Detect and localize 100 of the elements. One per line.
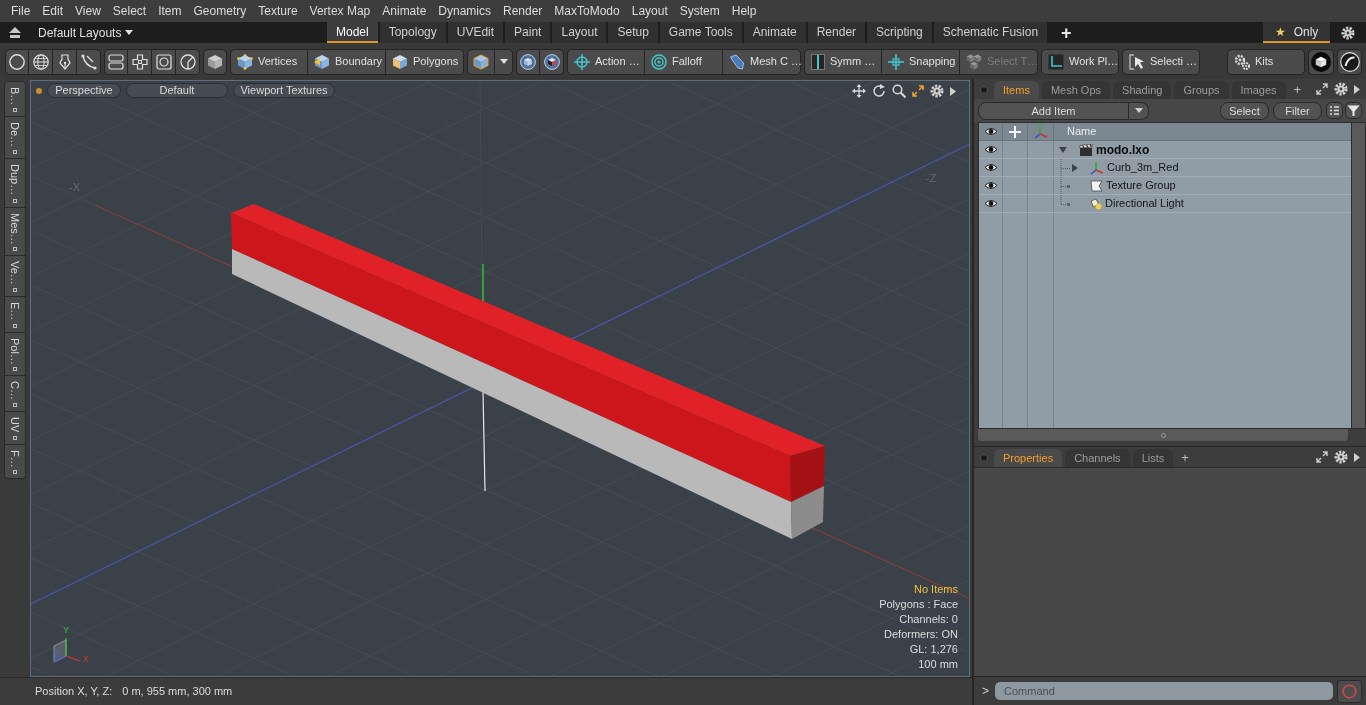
menu-item[interactable]: System (673, 2, 726, 20)
grip-icon[interactable] (1160, 432, 1166, 438)
layout-tab[interactable]: Setup (608, 22, 658, 43)
layout-tab[interactable]: UVEdit (447, 22, 504, 43)
expand-arrows-icon[interactable] (1316, 83, 1328, 95)
menu-item[interactable]: MaxToModo (548, 2, 626, 20)
up-arrow-icon[interactable] (9, 27, 21, 38)
curb-model[interactable] (231, 204, 825, 539)
menu-item[interactable]: Texture (252, 2, 304, 20)
funnel-icon[interactable] (1345, 102, 1362, 119)
menu-item[interactable]: Dynamics (432, 2, 497, 20)
eye-icon[interactable] (983, 163, 998, 172)
add-item-button[interactable]: Add Item (978, 101, 1129, 120)
tool-button[interactable]: Kits (1227, 48, 1305, 75)
tool-button[interactable] (128, 48, 152, 75)
menu-item[interactable]: Item (152, 2, 188, 20)
viewport-menu-button[interactable]: Viewport Textures (233, 83, 335, 98)
layout-tab[interactable]: Model (327, 22, 378, 43)
tool-button[interactable] (152, 48, 176, 75)
eye-icon[interactable] (983, 199, 998, 208)
panel-tab[interactable]: Properties (994, 449, 1063, 467)
triangle-down-icon[interactable] (1059, 146, 1067, 153)
tool-button[interactable]: Work Pl… (1041, 48, 1119, 75)
tool-button[interactable]: Selecti … (1122, 48, 1200, 75)
side-tab[interactable]: B… (4, 81, 26, 118)
tool-button[interactable]: Snapping (882, 48, 960, 75)
panel-tab[interactable]: Items (994, 81, 1039, 99)
scrollbar-track[interactable] (978, 429, 1348, 441)
dot-icon[interactable] (36, 87, 42, 94)
panel-tab[interactable]: Lists (1132, 449, 1174, 467)
tool-button[interactable] (77, 48, 101, 75)
side-tab[interactable]: UV (4, 412, 26, 445)
layout-tab[interactable]: Paint (505, 22, 551, 43)
dropdown-button[interactable] (1129, 101, 1149, 120)
only-filter-tab[interactable]: ★ Only (1263, 22, 1330, 43)
side-tab[interactable]: Ve… (4, 256, 26, 298)
gear-icon[interactable] (1334, 450, 1348, 464)
tool-button[interactable] (495, 48, 513, 75)
layouts-dropdown[interactable]: Default Layouts (38, 23, 134, 42)
tool-button[interactable]: Vertices (230, 48, 308, 75)
tool-button[interactable] (29, 48, 53, 75)
tree-item-label[interactable]: Directional Light (1105, 195, 1184, 212)
circle-action-button[interactable] (1337, 679, 1362, 703)
menu-item[interactable]: Layout (625, 2, 674, 20)
layout-tab[interactable]: Scripting (867, 22, 932, 43)
add-tab-button[interactable]: + (1288, 81, 1307, 99)
add-tab-button[interactable]: + (1176, 449, 1194, 467)
tool-button[interactable] (203, 48, 227, 75)
rotate-icon[interactable] (872, 84, 886, 98)
menu-item[interactable]: Help (725, 2, 763, 20)
menu-item[interactable]: Geometry (187, 2, 253, 20)
tool-button[interactable] (1337, 48, 1362, 75)
panel-tab[interactable]: Shading (1113, 81, 1172, 99)
layout-tab[interactable]: Schematic Fusion (933, 22, 1048, 43)
viewport-menu-button[interactable]: Default (126, 83, 228, 98)
tool-button[interactable]: Falloff (645, 48, 723, 75)
side-tab[interactable]: Pol… (4, 332, 26, 377)
layout-tab[interactable]: Layout (552, 22, 607, 43)
side-tab[interactable]: F… (4, 444, 26, 480)
magnifier-icon[interactable] (892, 84, 906, 98)
panel-tab[interactable]: Mesh Ops (1041, 81, 1111, 99)
tool-button[interactable] (53, 48, 77, 75)
menu-item[interactable]: Vertex Map (303, 2, 377, 20)
tool-button[interactable] (5, 48, 29, 75)
tool-button[interactable] (467, 48, 495, 75)
scrollbar-track[interactable] (1352, 122, 1366, 429)
tool-button[interactable]: Symm … (804, 48, 882, 75)
dot-icon[interactable] (980, 86, 988, 94)
menu-item[interactable]: File (5, 2, 37, 20)
triangle-right-icon[interactable] (1354, 84, 1360, 94)
eye-icon[interactable] (983, 127, 998, 136)
tree-item-label[interactable]: Texture Group (1106, 177, 1176, 194)
side-tab[interactable]: Dup… (4, 159, 26, 208)
side-tab[interactable]: E… (4, 297, 26, 333)
layout-tab[interactable]: Topology (379, 22, 446, 43)
tool-button[interactable]: Mesh C … (723, 48, 801, 75)
side-tab[interactable]: De… (4, 117, 26, 160)
tool-button[interactable]: Polygons (386, 48, 464, 75)
panel-tab[interactable]: Channels (1065, 449, 1130, 467)
gear-icon[interactable] (1341, 25, 1355, 40)
tool-button[interactable] (540, 48, 564, 75)
tool-button[interactable] (176, 48, 200, 75)
move-cross-icon[interactable] (1009, 125, 1021, 138)
triangle-right-icon[interactable] (950, 86, 956, 96)
triangle-right-icon[interactable] (1072, 163, 1078, 172)
menu-item[interactable]: Animate (376, 2, 433, 20)
expand-arrows-icon[interactable] (912, 85, 924, 97)
eye-icon[interactable] (983, 181, 998, 190)
tool-button[interactable] (104, 48, 128, 75)
layout-tab[interactable]: Animate (743, 22, 806, 43)
list-toggle-icon[interactable] (1326, 102, 1343, 119)
panel-button[interactable]: Select (1220, 101, 1269, 120)
tree-item-label[interactable]: Curb_3m_Red (1107, 159, 1179, 176)
tool-button[interactable] (1308, 48, 1334, 75)
panel-tab[interactable]: Groups (1174, 81, 1229, 99)
command-field[interactable]: Command (995, 682, 1334, 700)
side-tab[interactable]: C… (4, 376, 26, 413)
triangle-right-icon[interactable] (1354, 452, 1360, 462)
side-tab[interactable]: Mes… (4, 207, 26, 257)
layout-tab[interactable]: Game Tools (659, 22, 742, 43)
